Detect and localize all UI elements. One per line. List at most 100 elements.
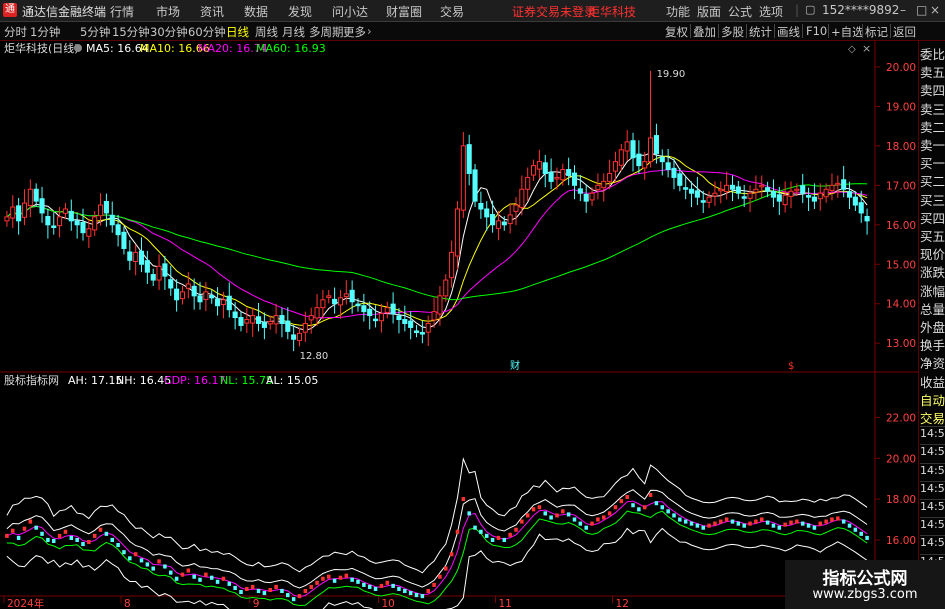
indicator-bar: [836, 516, 840, 521]
sidebar-item[interactable]: 委比: [920, 44, 945, 63]
tool-fanhui[interactable]: 返回: [893, 24, 916, 40]
candle-body: [384, 307, 390, 313]
settings-icon[interactable]: [74, 44, 82, 52]
sidebar-item[interactable]: 卖二: [920, 117, 945, 136]
price-tick-label: 16.00: [886, 220, 916, 232]
menu-hangqing[interactable]: 行情: [110, 3, 134, 20]
sidebar-item[interactable]: 自动: [920, 390, 945, 409]
period-monthly[interactable]: 月线: [282, 24, 305, 40]
user-icon[interactable]: ▢: [805, 3, 815, 16]
period-5min[interactable]: 5分钟: [80, 24, 110, 40]
tool-f10[interactable]: F10: [806, 24, 827, 38]
candle: [659, 149, 665, 176]
sidebar-item[interactable]: 交易: [920, 408, 945, 427]
sidebar-item[interactable]: 14:56: [920, 517, 945, 531]
tool-fuquan[interactable]: 复权: [665, 24, 688, 40]
stock-tab[interactable]: 炬华科技: [588, 3, 636, 20]
indicator-bar: [566, 512, 571, 517]
minimize-icon[interactable]: –: [900, 3, 906, 17]
event-marker-cai[interactable]: 财: [510, 359, 520, 372]
panel-close-icon[interactable]: ×: [862, 42, 871, 55]
kline-chart-area[interactable]: 20.00 19.00 18.00 17.00 16.00 15.00 14.00 13.00…: [0, 41, 918, 609]
sidebar-item[interactable]: 净资: [920, 353, 945, 372]
indicator-bar: [461, 497, 466, 502]
candle-body: [741, 196, 747, 199]
menu-jiaoyi[interactable]: 交易: [440, 3, 464, 20]
candle: [80, 208, 86, 241]
sidebar-item[interactable]: 买二: [920, 171, 945, 190]
watermark-banner: 指标公式网 www.zbgs3.com: [785, 560, 945, 609]
account-id[interactable]: 152****9892: [822, 3, 899, 17]
period-daily[interactable]: 日线: [226, 24, 249, 40]
sidebar-item[interactable]: 卖五: [920, 62, 945, 81]
candle-body: [367, 308, 373, 317]
period-fenshi[interactable]: 分时: [4, 24, 27, 40]
tool-duogu[interactable]: 多股: [721, 24, 744, 40]
period-60min[interactable]: 60分钟: [188, 24, 226, 40]
candle-body: [302, 322, 308, 333]
chevron-right-icon[interactable]: ›: [367, 24, 372, 38]
period-15min[interactable]: 15分钟: [112, 24, 150, 40]
menu-wenxiaoda[interactable]: 问小达: [332, 3, 368, 20]
period-more[interactable]: 更多: [343, 24, 366, 40]
menu-shichang[interactable]: 市场: [156, 3, 180, 20]
menu-gongneng[interactable]: 功能: [666, 3, 690, 20]
sidebar-item[interactable]: 14:56: [920, 426, 945, 440]
tool-huaxian[interactable]: 画线: [777, 24, 800, 40]
login-alert[interactable]: 证券交易未登录: [512, 3, 596, 20]
sidebar-item[interactable]: 现价: [920, 244, 945, 263]
sidebar-item[interactable]: 14:56: [920, 480, 945, 495]
sidebar-item[interactable]: 卖四: [920, 80, 945, 99]
tool-zixuan[interactable]: +自选: [831, 24, 864, 40]
sidebar-item[interactable]: 总量: [920, 299, 945, 318]
candle: [138, 237, 145, 273]
sidebar-item[interactable]: 买五: [920, 226, 945, 245]
sidebar-item[interactable]: 14:56: [920, 535, 945, 549]
indicator-bar: [204, 572, 208, 577]
sidebar-item[interactable]: 14:56: [920, 444, 945, 458]
tool-diejia[interactable]: 叠加: [693, 24, 716, 40]
period-weekly[interactable]: 周线: [255, 24, 278, 40]
candle-body: [255, 316, 262, 324]
sidebar-item[interactable]: 收益: [920, 372, 945, 391]
menu-gongshi[interactable]: 公式: [728, 3, 752, 20]
sidebar-item[interactable]: 14:56: [920, 499, 945, 513]
menu-banmian[interactable]: 版面: [697, 3, 721, 20]
menu-shuju[interactable]: 数据: [244, 3, 268, 20]
sidebar-item[interactable]: 卖一: [920, 135, 945, 154]
period-30min[interactable]: 30分钟: [150, 24, 188, 40]
candle-body: [507, 214, 513, 225]
period-multi[interactable]: 多周期: [309, 24, 344, 40]
sidebar-item[interactable]: 涨跌: [920, 262, 945, 281]
indicator-bar: [660, 505, 665, 510]
candle-body: [642, 161, 648, 169]
collapse-icon[interactable]: ◇: [848, 44, 856, 55]
sidebar-item[interactable]: 14:56: [920, 462, 945, 477]
sidebar-item[interactable]: 换手: [920, 335, 945, 354]
sidebar-item[interactable]: 买四: [920, 208, 945, 227]
tool-tongji[interactable]: 统计: [749, 24, 772, 40]
candle-body: [80, 221, 86, 234]
candle-body: [653, 135, 659, 155]
indicator-ah: AH: 17.15: [68, 374, 123, 387]
sidebar-item[interactable]: 外盘: [920, 317, 945, 336]
candle: [694, 177, 700, 206]
candle-body: [74, 220, 80, 226]
candle: [806, 187, 812, 211]
period-1min[interactable]: 1分钟: [30, 24, 60, 40]
menu-caifuquan[interactable]: 财富圈: [386, 3, 422, 20]
sidebar-item[interactable]: 卖三: [920, 99, 945, 118]
candle: [618, 143, 624, 172]
candle-body: [419, 332, 425, 335]
close-icon[interactable]: ×: [930, 3, 940, 17]
maximize-icon[interactable]: □: [916, 3, 927, 17]
indicator-bar: [637, 507, 641, 512]
menu-zixun[interactable]: 资讯: [200, 3, 224, 20]
event-marker-dividend[interactable]: $: [788, 361, 794, 372]
sidebar-item[interactable]: 涨幅: [920, 281, 945, 300]
menu-faxian[interactable]: 发现: [288, 3, 312, 20]
menu-xuanxiang[interactable]: 选项: [759, 3, 783, 20]
tool-biaoji[interactable]: 标记: [865, 24, 888, 40]
sidebar-item[interactable]: 买一: [920, 153, 945, 172]
sidebar-item[interactable]: 买三: [920, 190, 945, 209]
